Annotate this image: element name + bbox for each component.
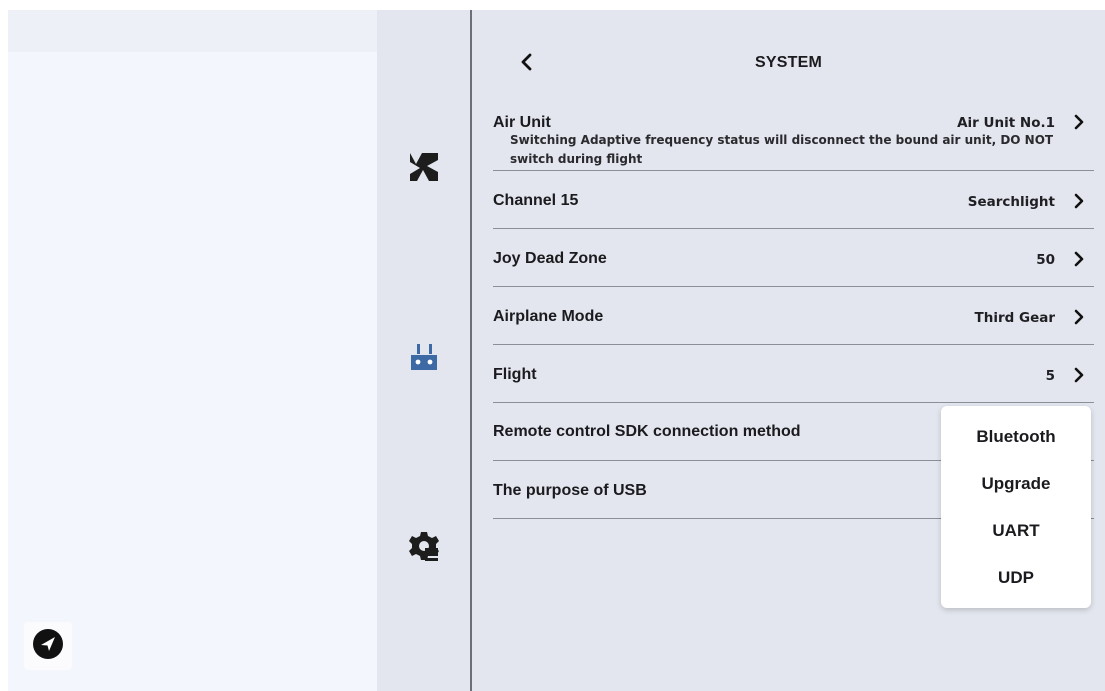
left-top-bar [8,10,377,52]
remote-controller-icon[interactable] [407,340,441,374]
setting-label: Flight [493,366,537,383]
setting-value: 5 [1045,368,1055,384]
setting-value: Searchlight [967,194,1055,210]
dropdown-option-bluetooth[interactable]: Bluetooth [941,427,1091,447]
chevron-right-icon [1072,251,1086,267]
left-panel [8,10,377,691]
setting-label: Air Unit [493,114,551,131]
setting-row-airplane-mode[interactable]: Airplane Mode Third Gear [493,287,1094,345]
dropdown-option-udp[interactable]: UDP [941,568,1091,588]
setting-label: Airplane Mode [493,308,604,325]
dropdown-option-uart[interactable]: UART [941,521,1091,541]
icon-rail [377,10,470,691]
setting-value: 50 [1036,252,1055,268]
setting-row-channel-15[interactable]: Channel 15 Searchlight [493,171,1094,229]
camera-aperture-icon[interactable] [407,150,441,184]
chevron-right-icon [1072,367,1086,383]
chevron-right-icon [1072,309,1086,325]
header: SYSTEM [472,40,1105,84]
setting-row-flight[interactable]: Flight 5 [493,345,1094,403]
setting-value: Third Gear [974,310,1055,326]
setting-value: Air Unit No.1 [957,115,1055,131]
chevron-right-icon [1072,114,1086,130]
setting-label: The purpose of USB [493,482,647,499]
chevron-right-icon [1072,193,1086,209]
setting-label: Remote control SDK connection method [493,423,801,440]
navigation-arrow-icon [32,628,64,665]
setting-description: Switching Adaptive frequency status will… [510,133,1054,166]
setting-label: Channel 15 [493,192,579,209]
page-title: SYSTEM [755,54,822,71]
connection-method-dropdown: Bluetooth Upgrade UART UDP [941,406,1091,608]
setting-label: Joy Dead Zone [493,250,607,267]
dropdown-option-upgrade[interactable]: Upgrade [941,474,1091,494]
settings-gear-icon[interactable] [407,529,441,563]
navigation-button[interactable] [24,622,72,670]
setting-row-air-unit[interactable]: Air Unit Air Unit No.1 Switching Adaptiv… [493,110,1094,171]
setting-row-joy-dead-zone[interactable]: Joy Dead Zone 50 [493,229,1094,287]
